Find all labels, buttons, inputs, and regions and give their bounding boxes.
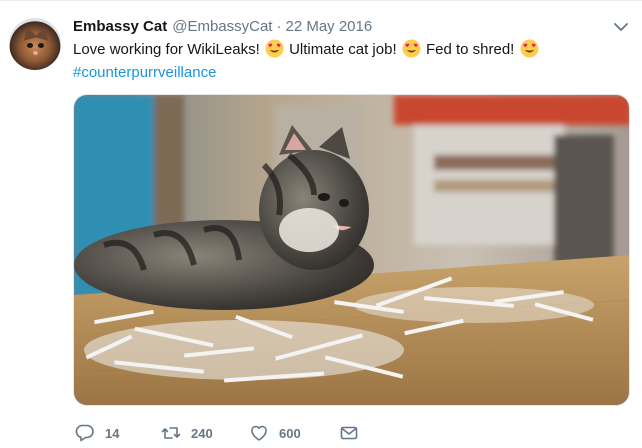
tweet-date[interactable]: 22 May 2016 <box>285 18 372 35</box>
heart-icon <box>251 425 267 441</box>
envelope-icon <box>340 426 358 440</box>
kitten-photo-image <box>74 95 629 405</box>
tweet-card[interactable]: Embassy Cat @EmbassyCat · 22 May 2016 Lo… <box>0 0 642 448</box>
author-handle[interactable]: @EmbassyCat <box>172 18 272 35</box>
author-name[interactable]: Embassy Cat <box>73 18 167 35</box>
hashtag-link[interactable]: #counterpurrveillance <box>73 63 216 83</box>
reply-icon <box>75 424 94 442</box>
retweet-count: 240 <box>191 425 213 441</box>
tweet-text-part-1: Love working for WikiLeaks! <box>73 41 264 58</box>
direct-message-button[interactable] <box>339 421 359 445</box>
like-button[interactable]: 600 <box>249 421 301 445</box>
tweet-text-part-2: Ultimate cat job! <box>284 41 401 58</box>
reply-count: 14 <box>105 425 120 441</box>
tweet-photo[interactable] <box>73 94 630 406</box>
heart-eyes-emoji-icon <box>402 39 421 58</box>
tweet-actions: 14 240 600 <box>73 421 373 445</box>
heart-eyes-emoji-icon <box>265 39 284 58</box>
heart-eyes-emoji-icon <box>519 39 539 58</box>
separator-dot: · <box>276 18 282 35</box>
retweet-icon <box>161 427 181 439</box>
tweet-text: Love working for WikiLeaks! Ultimate cat… <box>73 39 540 60</box>
chevron-down-icon[interactable] <box>613 21 629 33</box>
tweet-text-part-3: Fed to shred! <box>421 41 519 58</box>
tweet-header: Embassy Cat @EmbassyCat · 22 May 2016 <box>73 18 372 38</box>
author-avatar[interactable] <box>9 18 61 70</box>
reply-button[interactable]: 14 <box>75 421 119 445</box>
like-count: 600 <box>279 425 301 441</box>
retweet-button[interactable]: 240 <box>161 421 213 445</box>
